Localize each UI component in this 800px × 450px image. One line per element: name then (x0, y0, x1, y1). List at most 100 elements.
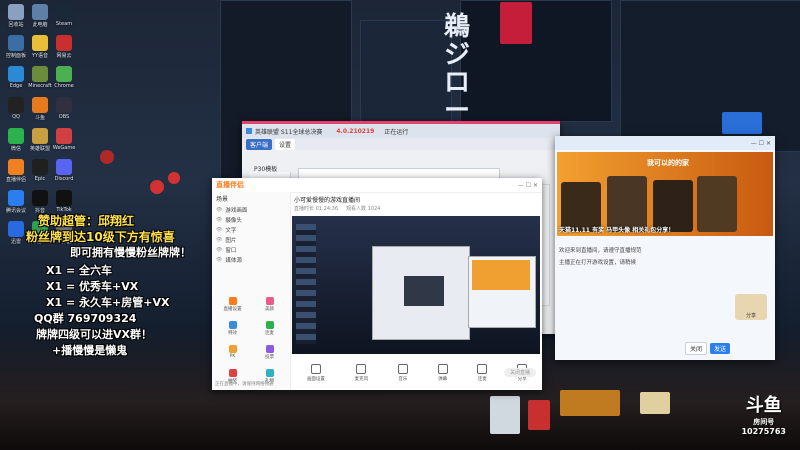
app-icon (8, 66, 24, 82)
stream-companion-window[interactable]: 直播伴侣 — ☐ ✕ 场景 👁 游戏画面 👁 摄像头 👁 文字 👁 图片 👁 窗口 👁 媒体源 直播设… (212, 178, 542, 390)
desktop-icon[interactable]: 网易云 (50, 35, 78, 59)
room-watermark: 斗鱼 房间号 10275763 (741, 391, 786, 436)
scene-label: 场景 (216, 196, 229, 203)
desktop-icon[interactable]: Steam (50, 4, 78, 27)
control-label: 画面设置 (306, 377, 325, 382)
tool-label: 美颜 (265, 306, 274, 312)
source-item-label: 游戏画面 (225, 208, 248, 214)
overlay-line: X1 = 永久车+房管+VX (46, 296, 170, 309)
control-button[interactable]: 画面设置 (307, 364, 325, 382)
stop-stream-button[interactable]: 关闭直播 (503, 368, 536, 377)
desktop-icon-label: OBS (58, 114, 70, 120)
control-button[interactable]: 音乐 (397, 364, 408, 382)
tool-label: 连麦 (265, 330, 274, 336)
source-item[interactable]: 👁 窗口 (212, 245, 290, 255)
control-icon (310, 364, 321, 374)
tool-button[interactable]: 特效 (214, 316, 251, 340)
tool-icon (265, 344, 274, 353)
app-icon (32, 190, 48, 206)
desktop-icon-label: QQ (12, 114, 20, 120)
tool-button[interactable]: 投票 (251, 340, 288, 364)
douyu-logo: 斗鱼 (745, 395, 782, 416)
app-icon (32, 97, 48, 113)
visibility-icon[interactable]: 👁 (216, 257, 222, 263)
desktop-icon[interactable]: WeGame (50, 128, 78, 151)
viewer-count: 观看人数 1024 (346, 206, 381, 212)
control-label: 音乐 (398, 377, 408, 382)
overlay-line: X1 = 全六车 (46, 264, 113, 277)
source-item-label: 摄像头 (225, 218, 242, 224)
source-item[interactable]: 👁 图片 (212, 235, 290, 245)
desktop-icon-label: 控制面板 (5, 53, 26, 59)
tool-button[interactable]: 美颜 (251, 292, 288, 316)
control-icon (437, 364, 448, 374)
control-icon (356, 364, 367, 374)
control-button[interactable]: 连麦 (477, 364, 488, 382)
source-item-label: 窗口 (225, 248, 237, 254)
visibility-icon[interactable]: 👁 (216, 237, 222, 243)
window-controls[interactable]: — ☐ ✕ (518, 182, 538, 189)
source-item[interactable]: 👁 游戏画面 (212, 205, 290, 215)
overlay-line: 粉丝牌到达10级下方有惊喜 (26, 230, 175, 244)
control-label: 弹幕 (438, 377, 448, 382)
visibility-icon[interactable]: 👁 (216, 227, 222, 233)
share-badge[interactable]: 分享 (735, 294, 767, 320)
tool-grid: 直播设置 美颜 特效 连麦 PK 投票 抽奖 礼物 (214, 292, 288, 388)
overlay-line: X1 = 优秀车+VX (46, 280, 139, 293)
close-button[interactable]: 关闭 (685, 342, 708, 355)
control-label: 连麦 (477, 377, 487, 382)
room-number: 10275763 (741, 427, 786, 436)
desktop-icon-label: Edge (9, 83, 23, 89)
app-icon (8, 159, 24, 175)
tool-icon (265, 296, 274, 305)
desktop-icon-label: Discord (54, 176, 74, 182)
tool-icon (265, 368, 274, 377)
tool-button[interactable]: 直播设置 (214, 292, 251, 316)
desktop-icon[interactable]: Discord (50, 159, 78, 182)
stream-duration: 直播时长 01:24:36 (294, 206, 339, 212)
desktop-icon-label: WeGame (52, 145, 76, 151)
tab-client[interactable]: 客户端 (246, 138, 273, 150)
tab-settings[interactable]: 设置 (275, 138, 296, 150)
control-button[interactable]: 麦克风 (354, 364, 369, 382)
visibility-icon[interactable]: 👁 (216, 247, 222, 253)
desktop-icon[interactable]: Chrome (50, 66, 78, 89)
desktop-icon-label: Steam (55, 21, 73, 27)
overlay-line: 即可拥有慢慢粉丝牌牌！ (70, 246, 191, 259)
source-item[interactable]: 👁 摄像头 (212, 215, 290, 225)
app-logo-icon (246, 128, 252, 134)
app-icon (32, 66, 48, 82)
desktop-icon-label: 迅雷 (10, 239, 21, 245)
visibility-icon[interactable]: 👁 (216, 217, 222, 223)
app-icon (32, 35, 48, 51)
app-icon (8, 190, 24, 206)
room-label: 房间号 (753, 418, 775, 426)
window-controls[interactable]: — ☐ ✕ (751, 140, 771, 147)
desktop-icon[interactable]: OBS (50, 97, 78, 120)
source-item[interactable]: 👁 文字 (212, 225, 290, 235)
desktop-icon-label: YY语音 (31, 53, 49, 59)
stream-preview[interactable] (292, 216, 540, 354)
control-label: 麦克风 (354, 377, 369, 382)
tool-icon (228, 368, 237, 377)
tool-button[interactable]: 连麦 (251, 316, 288, 340)
app-icon (56, 159, 72, 175)
desktop-icon-label: 回收站 (8, 22, 24, 28)
desktop-icon-label: 斗鱼 (34, 115, 45, 121)
promo-banner[interactable]: 我可以的的家 天猫11.11 有奖 马甲头像 相关礼包分享！ (557, 152, 773, 236)
app-icon (32, 4, 48, 20)
tool-icon (228, 345, 237, 353)
right-app-window[interactable]: — ☐ ✕ 我可以的的家 天猫11.11 有奖 马甲头像 相关礼包分享！ 欢迎来… (555, 136, 775, 360)
control-icon (397, 364, 408, 374)
send-button[interactable]: 发送 (710, 343, 731, 354)
version-label: 4.0.210219 (336, 127, 375, 135)
desktop-icon[interactable]: TikTok (50, 190, 78, 213)
tool-label: 直播设置 (223, 306, 242, 312)
app-icon (32, 159, 48, 175)
desktop-icon-label: 英雄联盟 (29, 146, 50, 152)
source-item[interactable]: 👁 媒体源 (212, 255, 290, 265)
visibility-icon[interactable]: 👁 (216, 207, 222, 213)
tool-button[interactable]: PK (214, 340, 251, 364)
tool-icon (228, 296, 237, 305)
control-button[interactable]: 弹幕 (437, 364, 448, 382)
